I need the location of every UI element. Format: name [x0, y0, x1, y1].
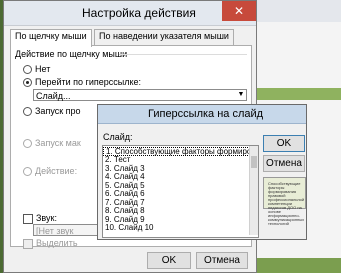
checkbox-sound-label: Звук: — [36, 213, 57, 223]
group-label: Действие по щелчку мыши — [15, 49, 128, 59]
slide-preview-text: Способствующие факторы формирования прав… — [268, 181, 305, 226]
radio-none[interactable] — [23, 65, 32, 74]
slide-list[interactable]: 1. Способствующие факторы формирован 2. … — [102, 145, 259, 238]
dialog-titlebar: Настройка действия ✕ — [4, 1, 256, 26]
list-item[interactable]: 10. Слайд 10 — [103, 223, 258, 233]
sound-select-value: [Нет звук — [36, 226, 74, 236]
scrollbar-thumb[interactable] — [251, 156, 257, 168]
radio-hyperlink[interactable] — [23, 78, 32, 87]
slide-hyperlink-dialog: Гиперссылка на слайд Слайд: 1. Способств… — [97, 104, 307, 240]
radio-hyperlink-label: Перейти по гиперссылке: — [35, 77, 142, 87]
radio-run-macro[interactable] — [23, 139, 32, 148]
hyperlink-select-value: Слайд... — [36, 91, 71, 101]
checkbox-highlight-label: Выделить — [36, 238, 78, 248]
sub-dialog-titlebar: Гиперссылка на слайд — [98, 105, 306, 124]
checkbox-highlight[interactable] — [23, 239, 33, 249]
ok-button[interactable]: OK — [147, 252, 191, 269]
list-scrollbar[interactable] — [249, 146, 258, 235]
hyperlink-select[interactable]: Слайд... ▼ — [33, 89, 247, 101]
sub-ok-button[interactable]: OK — [263, 135, 305, 152]
radio-object-action[interactable] — [23, 167, 32, 176]
sound-select[interactable]: [Нет звук — [33, 224, 103, 236]
slide-preview: Способствующие факторы формирования прав… — [263, 177, 306, 226]
tab-on-hover[interactable]: По наведении указателя мыши — [94, 29, 234, 46]
right-panel-header — [256, 0, 341, 22]
checkbox-sound[interactable] — [23, 214, 33, 224]
sub-dialog-title: Гиперссылка на слайд — [148, 108, 264, 120]
radio-run-program-label: Запуск про — [35, 106, 81, 116]
slide-list-label: Слайд: — [103, 132, 133, 142]
radio-none-label: Нет — [35, 64, 51, 74]
right-panel-stripe — [256, 88, 341, 100]
cancel-button[interactable]: Отмена — [196, 252, 248, 269]
group-divider — [119, 54, 247, 55]
dialog-title: Настройка действия — [82, 6, 196, 20]
chevron-down-icon: ▼ — [237, 91, 245, 98]
radio-run-macro-label: Запуск мак — [35, 138, 81, 148]
close-button[interactable]: ✕ — [222, 1, 256, 21]
radio-run-program[interactable] — [23, 107, 32, 116]
sub-cancel-button[interactable]: Отмена — [263, 155, 305, 172]
radio-object-action-label: Действие: — [35, 166, 78, 176]
tab-on-click[interactable]: По щелчку мыши — [10, 29, 92, 47]
right-panel-footer — [256, 258, 341, 273]
